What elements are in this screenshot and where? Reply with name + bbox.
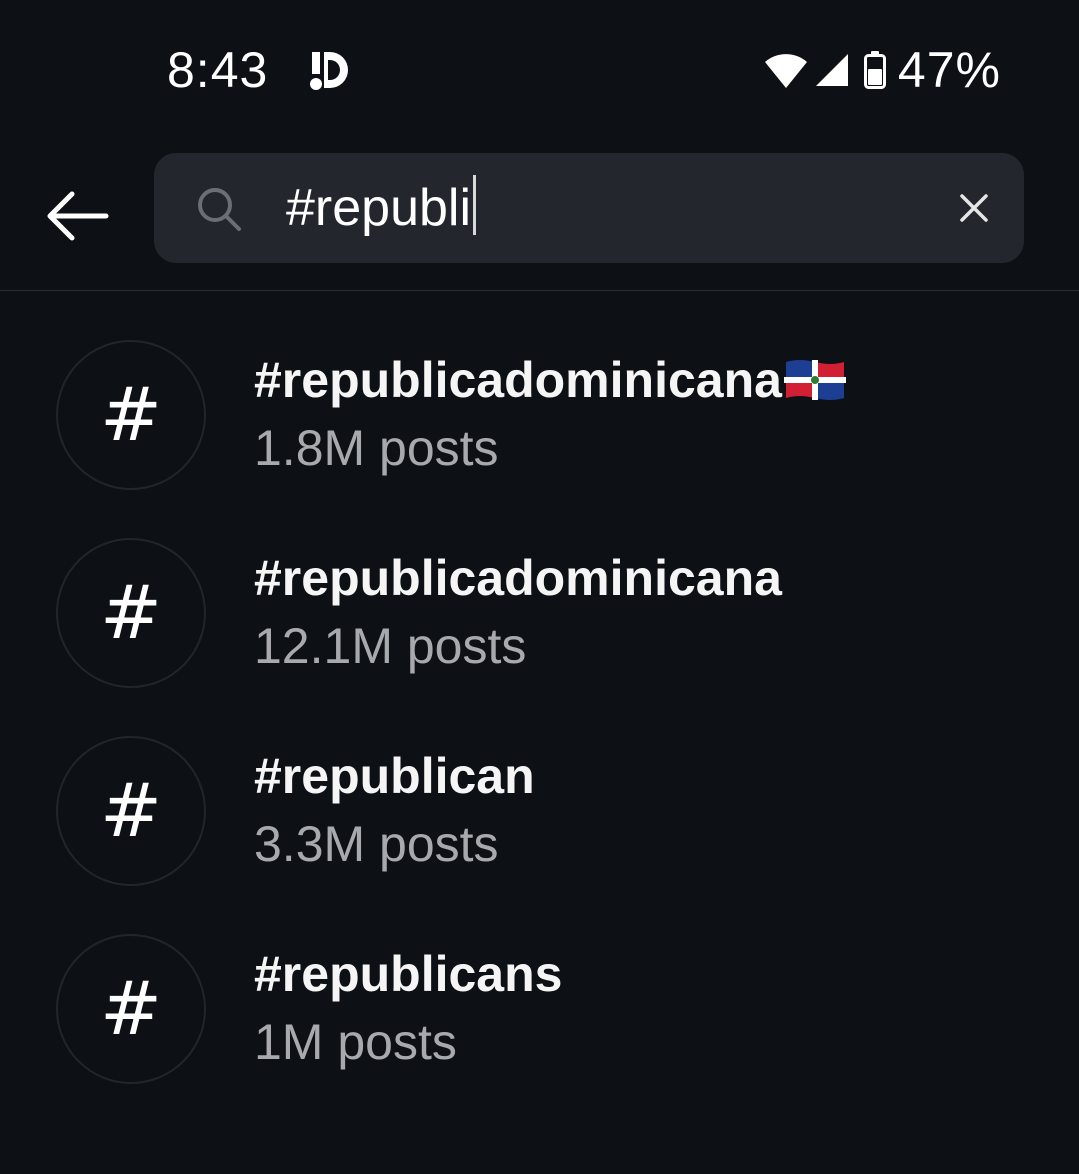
- text-caret: [473, 175, 477, 235]
- result-text: #republicans 1M posts: [254, 939, 562, 1075]
- result-text: #republicadominicana 1.8M posts: [254, 345, 846, 481]
- post-count: 1M posts: [254, 1014, 457, 1070]
- hashtag-icon: #: [99, 768, 162, 854]
- hashtag-icon: #: [99, 966, 162, 1052]
- search-input[interactable]: #republi: [286, 173, 926, 243]
- result-text: #republicadominicana 12.1M posts: [254, 543, 782, 679]
- app-notification-icon: [310, 52, 348, 90]
- status-time: 8:43: [167, 42, 269, 98]
- wifi-icon: [764, 54, 807, 88]
- search-query: #republi: [286, 179, 472, 237]
- back-arrow-icon[interactable]: [40, 186, 112, 246]
- status-bar: 8:43 47%: [0, 0, 1079, 140]
- hashtag-icon-circle: #: [56, 736, 206, 886]
- post-count: 12.1M posts: [254, 618, 527, 674]
- hashtag-icon-circle: #: [56, 934, 206, 1084]
- hashtag-icon-circle: #: [56, 340, 206, 490]
- battery-icon: [863, 51, 886, 89]
- signal-icon: [815, 54, 848, 86]
- hashtag-result-row[interactable]: # #republicans 1M posts: [0, 929, 1079, 1127]
- status-indicators: 47%: [764, 40, 1001, 100]
- hashtag-result-row[interactable]: # #republican 3.3M posts: [0, 731, 1079, 929]
- hashtag-name: #republicadominicana: [254, 352, 782, 408]
- close-icon[interactable]: [954, 188, 994, 228]
- search-header: #republi: [0, 140, 1079, 290]
- hashtag-icon: #: [99, 372, 162, 458]
- battery-percent: 47%: [897, 42, 1001, 98]
- post-count: 1.8M posts: [254, 420, 499, 476]
- hashtag-icon: #: [99, 570, 162, 656]
- header-divider: [0, 290, 1079, 291]
- hashtag-icon-circle: #: [56, 538, 206, 688]
- hashtag-name: #republican: [254, 748, 535, 804]
- hashtag-name: #republicadominicana: [254, 550, 782, 606]
- hashtag-name: #republicans: [254, 946, 563, 1002]
- result-text: #republican 3.3M posts: [254, 741, 535, 877]
- hashtag-result-row[interactable]: # #republicadominicana 1.8M posts: [0, 335, 1079, 533]
- search-icon: [198, 188, 241, 231]
- dominican-republic-flag-icon: [783, 360, 846, 400]
- search-field[interactable]: #republi: [154, 153, 1024, 263]
- hashtag-result-row[interactable]: # #republicadominicana 12.1M posts: [0, 533, 1079, 731]
- hashtag-results-list: # #republicadominicana 1.8M posts # #rep…: [0, 335, 1079, 1127]
- post-count: 3.3M posts: [254, 816, 499, 872]
